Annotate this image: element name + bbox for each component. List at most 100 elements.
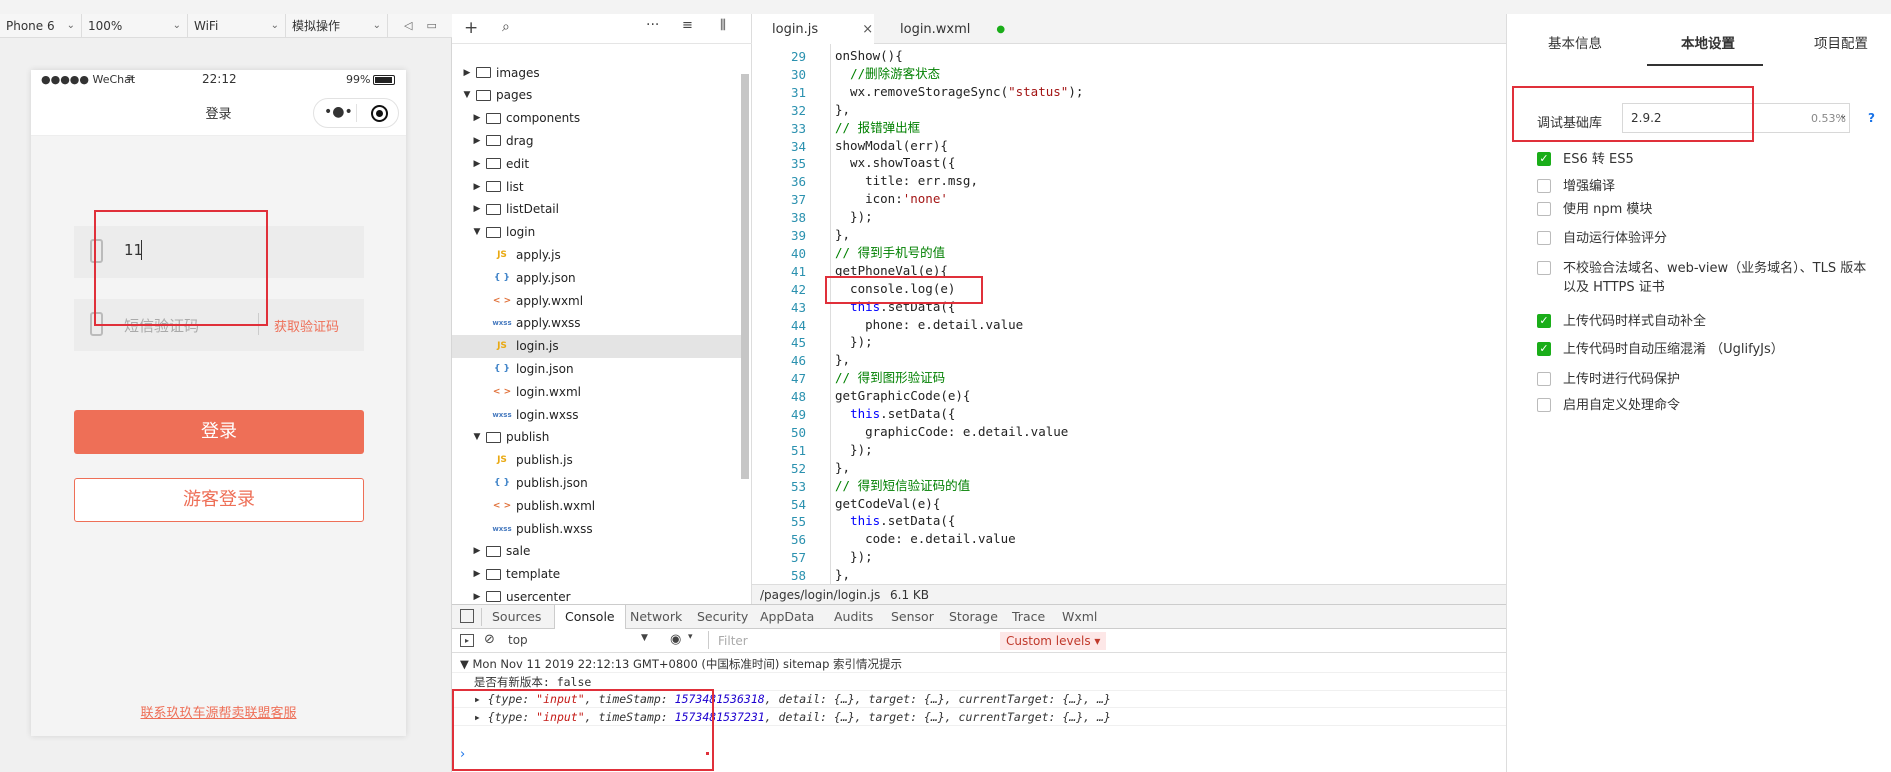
more-icon[interactable]: •●• bbox=[324, 104, 353, 120]
support-link[interactable]: 联系玖玖车源帮卖联盟客服 bbox=[31, 702, 406, 721]
tab-login-js[interactable]: login.js × bbox=[752, 14, 874, 44]
network-select[interactable]: WiFi ⌄ bbox=[188, 13, 286, 38]
code-line[interactable]: // 报错弹出框 bbox=[835, 119, 920, 137]
code-line[interactable]: // 得到短信验证码的值 bbox=[835, 477, 970, 495]
tree-folder[interactable]: ▼ publish bbox=[452, 426, 744, 449]
caret-right-icon[interactable]: ▶ bbox=[472, 159, 482, 169]
tree-folder[interactable]: ▶ template bbox=[452, 563, 744, 586]
tab-appdata[interactable]: AppData bbox=[760, 605, 814, 629]
phone-field[interactable]: 11 bbox=[74, 226, 364, 278]
guest-login-button[interactable]: 游客登录 bbox=[74, 478, 364, 522]
tree-file[interactable]: wxss login.wxss bbox=[452, 403, 744, 426]
caret-down-icon[interactable]: ▼ bbox=[472, 432, 482, 442]
tree-folder[interactable]: ▶ images bbox=[452, 61, 744, 84]
tab-trace[interactable]: Trace bbox=[1012, 605, 1045, 629]
console-message[interactable]: ▸ {type: "input", timeStamp: 15734815372… bbox=[452, 708, 1506, 726]
sound-icon[interactable]: ◁ bbox=[404, 19, 412, 32]
checkbox-checked-icon[interactable]: ✓ bbox=[1537, 342, 1551, 356]
code-line[interactable]: showModal(err){ bbox=[835, 137, 948, 155]
code-line[interactable]: }); bbox=[835, 208, 873, 226]
close-icon[interactable]: × bbox=[862, 22, 873, 37]
setting-option[interactable]: 不校验合法域名、web-view（业务域名）、TLS 版本以及 HTTPS 证书 bbox=[1537, 259, 1867, 297]
setting-option[interactable]: ✓ 上传代码时样式自动补全 bbox=[1537, 312, 1867, 331]
code-line[interactable]: }, bbox=[835, 226, 850, 244]
tab-local-settings[interactable]: 本地设置 bbox=[1681, 32, 1735, 52]
checkbox-icon[interactable] bbox=[1537, 372, 1551, 386]
code-line[interactable]: }, bbox=[835, 459, 850, 477]
tab-storage[interactable]: Storage bbox=[949, 605, 998, 629]
code-line[interactable]: this.setData({ bbox=[835, 298, 955, 316]
setting-option[interactable]: 启用自定义处理命令 bbox=[1537, 396, 1867, 415]
code-line[interactable]: // 得到手机号的值 bbox=[835, 244, 945, 262]
get-code-button[interactable]: 获取验证码 bbox=[274, 316, 339, 335]
tree-folder[interactable]: ▶ drag bbox=[452, 129, 744, 152]
checkbox-icon[interactable] bbox=[1537, 398, 1551, 412]
code-line[interactable]: console.log(e) bbox=[835, 280, 955, 298]
caret-right-icon[interactable]: ▶ bbox=[472, 182, 482, 192]
console-prompt[interactable]: › bbox=[460, 747, 465, 762]
code-line[interactable]: this.setData({ bbox=[835, 512, 955, 530]
eye-icon[interactable]: ◉ bbox=[670, 632, 681, 647]
code-line[interactable]: }, bbox=[835, 566, 850, 584]
setting-option[interactable]: ✓ 上传代码时自动压缩混淆 （UglifyJs） bbox=[1537, 340, 1867, 359]
tree-file[interactable]: wxss apply.wxss bbox=[452, 312, 744, 335]
tree-folder[interactable]: ▼ pages bbox=[452, 84, 744, 107]
tab-basic-info[interactable]: 基本信息 bbox=[1548, 32, 1602, 52]
setting-option[interactable]: 使用 npm 模块 bbox=[1537, 200, 1867, 219]
code-line[interactable]: onShow(){ bbox=[835, 47, 903, 65]
tree-scrollbar[interactable] bbox=[741, 74, 749, 479]
tree-file[interactable]: { } apply.json bbox=[452, 266, 744, 289]
log-levels-select[interactable]: Custom levels ▾ bbox=[1000, 632, 1107, 650]
code-line[interactable]: title: err.msg, bbox=[835, 172, 978, 190]
operation-select[interactable]: 模拟操作 ⌄ bbox=[286, 13, 388, 38]
tab-sensor[interactable]: Sensor bbox=[891, 605, 934, 629]
code-line[interactable]: }, bbox=[835, 101, 850, 119]
device-select[interactable]: Phone 6 ⌄ bbox=[0, 13, 82, 38]
tree-folder[interactable]: ▶ list bbox=[452, 175, 744, 198]
tab-audits[interactable]: Audits bbox=[834, 605, 873, 629]
code-line[interactable]: wx.removeStorageSync("status"); bbox=[835, 83, 1083, 101]
setting-option[interactable]: 增强编译 bbox=[1537, 177, 1867, 196]
tab-wxml[interactable]: Wxml bbox=[1062, 605, 1097, 629]
tree-folder[interactable]: ▶ components bbox=[452, 107, 744, 130]
tab-sources[interactable]: Sources bbox=[492, 605, 541, 629]
zoom-select[interactable]: 100% ⌄ bbox=[82, 13, 188, 38]
console-message[interactable]: 是否有新版本: false bbox=[452, 673, 1506, 691]
close-mini-program-icon[interactable] bbox=[371, 105, 388, 122]
tree-file[interactable]: JS apply.js bbox=[452, 243, 744, 266]
checkbox-checked-icon[interactable]: ✓ bbox=[1537, 314, 1551, 328]
caret-right-icon[interactable]: ▶ bbox=[462, 68, 472, 78]
code-line[interactable]: //删除游客状态 bbox=[835, 65, 940, 83]
caret-right-icon[interactable]: ▶ bbox=[472, 592, 482, 602]
code-line[interactable]: }); bbox=[835, 333, 873, 351]
code-line[interactable]: icon:'none' bbox=[835, 190, 948, 208]
setting-option[interactable]: 自动运行体验评分 bbox=[1537, 229, 1867, 248]
code-line[interactable]: // 得到图形验证码 bbox=[835, 369, 945, 387]
caret-right-icon[interactable]: ▶ bbox=[472, 569, 482, 579]
tree-file[interactable]: wxss publish.wxss bbox=[452, 517, 744, 540]
add-icon[interactable]: + bbox=[464, 18, 478, 38]
checkbox-icon[interactable] bbox=[1537, 261, 1551, 275]
tree-file[interactable]: JS publish.js bbox=[452, 449, 744, 472]
code-area[interactable]: onShow(){ //删除游客状态 wx.removeStorageSync(… bbox=[830, 44, 1500, 599]
tree-file[interactable]: { } publish.json bbox=[452, 471, 744, 494]
context-select[interactable]: top bbox=[508, 633, 528, 647]
tree-folder[interactable]: ▼ login bbox=[452, 221, 744, 244]
tree-file[interactable]: < > apply.wxml bbox=[452, 289, 744, 312]
checkbox-checked-icon[interactable]: ✓ bbox=[1537, 152, 1551, 166]
chevron-down-icon[interactable]: ▼ bbox=[641, 633, 648, 643]
tree-folder[interactable]: ▶ edit bbox=[452, 152, 744, 175]
tab-network[interactable]: Network bbox=[630, 605, 682, 629]
tab-security[interactable]: Security bbox=[697, 605, 748, 629]
inspect-icon[interactable] bbox=[460, 609, 474, 623]
chevron-down-icon[interactable]: ▾ bbox=[688, 632, 693, 642]
window-icon[interactable]: ▭ bbox=[426, 19, 436, 32]
tab-project-config[interactable]: 项目配置 bbox=[1814, 32, 1868, 52]
split-icon[interactable]: ⫼ bbox=[720, 18, 726, 33]
clear-icon[interactable]: ⊘ bbox=[484, 632, 495, 647]
more-icon[interactable]: ··· bbox=[646, 17, 659, 33]
caret-right-icon[interactable]: ▶ bbox=[472, 204, 482, 214]
code-line[interactable]: getPhoneVal(e){ bbox=[835, 262, 948, 280]
login-button[interactable]: 登录 bbox=[74, 410, 364, 454]
setting-option[interactable]: ✓ ES6 转 ES5 bbox=[1537, 150, 1867, 169]
